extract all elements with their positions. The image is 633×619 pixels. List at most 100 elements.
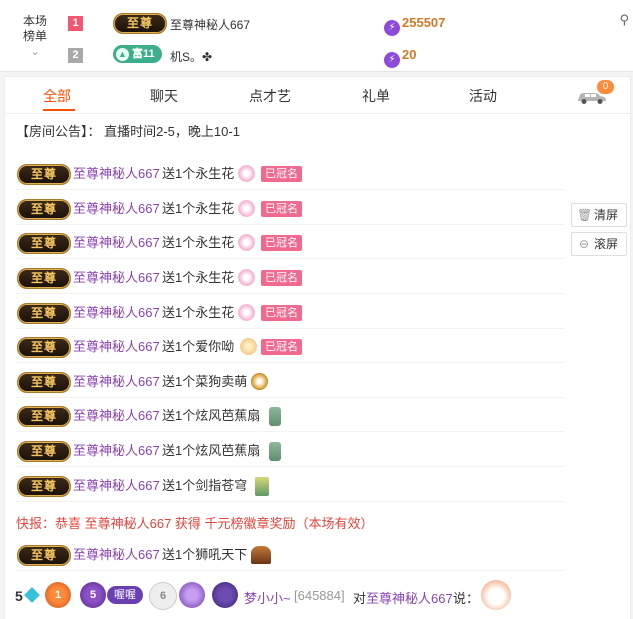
- chat-message: 至尊 至尊神秘人667 送1个剑指苍穹: [15, 471, 565, 502]
- ranking-row[interactable]: 1 至尊 至尊神秘人667 ⚡ 255507: [68, 13, 628, 36]
- named-tag: 已冠名: [261, 339, 302, 355]
- room-announcement: 【房间公告】： 直播时间2-5，晚上10-1: [16, 124, 240, 139]
- message-text: 送1个炫风芭蕉扇: [162, 443, 261, 458]
- zhizun-badge: 至尊: [17, 268, 71, 289]
- zhizun-badge: 至尊: [113, 13, 167, 34]
- tab-talent[interactable]: 点才艺: [249, 86, 291, 106]
- zhizun-badge: 至尊: [17, 372, 71, 393]
- message-text: 送1个永生花: [162, 305, 235, 320]
- tab-all[interactable]: 全部: [43, 86, 71, 106]
- user-id: [645884]: [294, 588, 345, 603]
- message-username[interactable]: 至尊神秘人667: [73, 436, 160, 466]
- scroll-screen-label: 滚屏: [594, 237, 619, 251]
- to-label: 对: [353, 591, 367, 606]
- flower-gift-icon: [238, 269, 255, 286]
- message-username[interactable]: 至尊神秘人667: [73, 263, 160, 293]
- trash-icon: 🗑: [577, 208, 593, 222]
- purple-medal-icon: [179, 582, 205, 608]
- message-username[interactable]: 至尊神秘人667: [73, 332, 160, 362]
- tab-activity[interactable]: 活动: [469, 86, 497, 106]
- clear-screen-label: 清屏: [594, 208, 619, 222]
- chat-message: 至尊 至尊神秘人667 送1个永生花 已冠名: [15, 159, 565, 190]
- ranking-username[interactable]: 至尊神秘人667: [170, 16, 250, 33]
- flower-gift-icon: [238, 304, 255, 321]
- named-tag: 已冠名: [261, 166, 302, 182]
- message-text: 送1个炫风芭蕉扇: [162, 408, 261, 423]
- fan-gift-icon: [269, 407, 281, 426]
- ranking-toggle-label: 榜单: [22, 29, 47, 43]
- zhizun-badge: 至尊: [17, 164, 71, 185]
- rank-number: 1: [68, 16, 83, 31]
- chat-message: 至尊 至尊神秘人667 送1个狮吼天下: [15, 540, 565, 571]
- chevron-down-icon[interactable]: ⌄: [8, 45, 62, 60]
- message-text: 送1个永生花: [162, 270, 235, 285]
- user-level: 5: [15, 588, 23, 604]
- ranking-row[interactable]: 2 ▲ 富11 机S。✤ ⚡ 20: [68, 45, 628, 68]
- flower-gift-icon: [238, 200, 255, 217]
- ranking-score: ⚡ 20: [384, 47, 416, 68]
- target-username[interactable]: 至尊神秘人667: [366, 588, 453, 607]
- active-tab-indicator: [43, 109, 75, 111]
- chat-message: 至尊 至尊神秘人667 送1个爱你呦 已冠名: [15, 332, 565, 363]
- zhizun-badge: 至尊: [17, 233, 71, 254]
- cat-emoji-icon: [481, 580, 511, 610]
- sword-gift-icon: [255, 477, 269, 496]
- car-count-badge: 0: [597, 80, 614, 94]
- message-username[interactable]: 至尊神秘人667: [73, 540, 160, 570]
- message-username[interactable]: 至尊神秘人667: [73, 228, 160, 258]
- ranking-score: ⚡ 255507: [384, 15, 445, 36]
- clear-screen-button[interactable]: 🗑 清屏: [571, 203, 627, 227]
- chat-message: 至尊 至尊神秘人667 送1个永生花 已冠名: [15, 194, 565, 225]
- zhizun-badge: 至尊: [17, 441, 71, 462]
- flash-news: 快报：恭喜 至尊神秘人667 获得 千元榜徽章奖励（本场有效）: [16, 516, 374, 531]
- message-text: 送1个永生花: [162, 235, 235, 250]
- zhizun-badge: 至尊: [17, 337, 71, 358]
- flower-gift-icon: [238, 165, 255, 182]
- bolt-icon: ⚡: [384, 52, 400, 68]
- chat-message: 至尊 至尊神秘人667 送1个菜狗卖萌: [15, 367, 565, 398]
- named-tag: 已冠名: [261, 201, 302, 217]
- zhizun-badge: 至尊: [17, 303, 71, 324]
- chat-message: 至尊 至尊神秘人667 送1个永生花 已冠名: [15, 228, 565, 259]
- minus-circle-icon: ⊖: [578, 237, 590, 251]
- message-username[interactable]: 至尊神秘人667: [73, 367, 160, 397]
- wealth-badge: ▲ 富11: [113, 45, 162, 63]
- fan-gift-icon: [269, 442, 281, 461]
- message-text: 送1个剑指苍穹: [162, 478, 248, 493]
- named-tag: 已冠名: [261, 270, 302, 286]
- zhizun-badge: 至尊: [17, 545, 71, 566]
- zhizun-badge: 至尊: [17, 476, 71, 497]
- message-username[interactable]: 至尊神秘人667: [73, 471, 160, 501]
- message-username[interactable]: 至尊神秘人667: [73, 401, 160, 431]
- tab-chat[interactable]: 聊天: [150, 86, 178, 106]
- current-username[interactable]: 梦小小~: [244, 588, 291, 607]
- chat-panel: 全部 聊天 点才艺 礼单 活动 0 【房间公告】： 直播时间2-5，晚上10-1…: [4, 76, 631, 619]
- tab-gift-list[interactable]: 礼单: [362, 86, 390, 106]
- love-gift-icon: [240, 338, 257, 355]
- ranking-username[interactable]: 机S。✤: [170, 48, 212, 65]
- message-username[interactable]: 至尊神秘人667: [73, 194, 160, 224]
- search-icon[interactable]: ⚲: [619, 12, 629, 28]
- chat-message: 至尊 至尊神秘人667 送1个永生花 已冠名: [15, 263, 565, 294]
- tab-bar: 全部 聊天 点才艺 礼单 活动 0: [5, 77, 630, 114]
- rank-number: 2: [68, 48, 83, 63]
- fan-level-icon: 5: [80, 582, 106, 608]
- triangle-icon: ▲: [116, 48, 129, 61]
- current-user-bar: 5 1 5 喔喔 6 梦小小~ [645884] 对 至尊神秘人667 说：: [15, 579, 630, 615]
- ranking-toggle[interactable]: 本场 榜单 ⌄: [8, 14, 62, 60]
- message-text: 送1个永生花: [162, 201, 235, 216]
- message-text: 送1个菜狗卖萌: [162, 374, 248, 389]
- level-six-icon: 6: [149, 582, 177, 610]
- scroll-screen-button[interactable]: ⊖ 滚屏: [571, 232, 627, 256]
- avatar[interactable]: [212, 582, 238, 608]
- chat-message: 至尊 至尊神秘人667 送1个炫风芭蕉扇: [15, 401, 565, 432]
- zhizun-badge: 至尊: [17, 199, 71, 220]
- named-tag: 已冠名: [261, 305, 302, 321]
- say-label: 说：: [453, 591, 480, 606]
- message-username[interactable]: 至尊神秘人667: [73, 159, 160, 189]
- bolt-icon: ⚡: [384, 20, 400, 36]
- message-username[interactable]: 至尊神秘人667: [73, 298, 160, 328]
- nickname-badge: 喔喔: [107, 586, 143, 604]
- ranking-toggle-label: 本场: [22, 14, 47, 28]
- message-text: 送1个爱你呦: [162, 339, 235, 354]
